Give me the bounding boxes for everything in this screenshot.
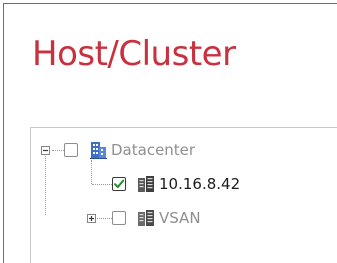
host-icon [138,176,154,192]
host-checkbox[interactable] [112,177,126,191]
tree-node-label[interactable]: 10.16.8.42 [159,174,240,194]
collapse-toggle-icon[interactable] [41,146,50,155]
vsan-checkbox[interactable] [112,211,126,225]
tree-node-label[interactable]: VSAN [159,208,201,228]
tree-node-vsan[interactable]: VSAN [31,206,311,230]
host-cluster-tree: Datacenter 10.16.8.42 VSAN [30,127,337,263]
checkmark-icon [114,179,125,188]
datacenter-checkbox[interactable] [64,143,78,157]
datacenter-icon [90,142,107,159]
tree-node-host[interactable]: 10.16.8.42 [31,172,311,196]
expand-toggle-icon[interactable] [87,214,96,223]
tree-node-datacenter[interactable]: Datacenter [31,138,311,162]
tree-node-label[interactable]: Datacenter [111,140,195,160]
page-title: Host/Cluster [32,34,236,74]
cluster-icon [138,210,154,226]
